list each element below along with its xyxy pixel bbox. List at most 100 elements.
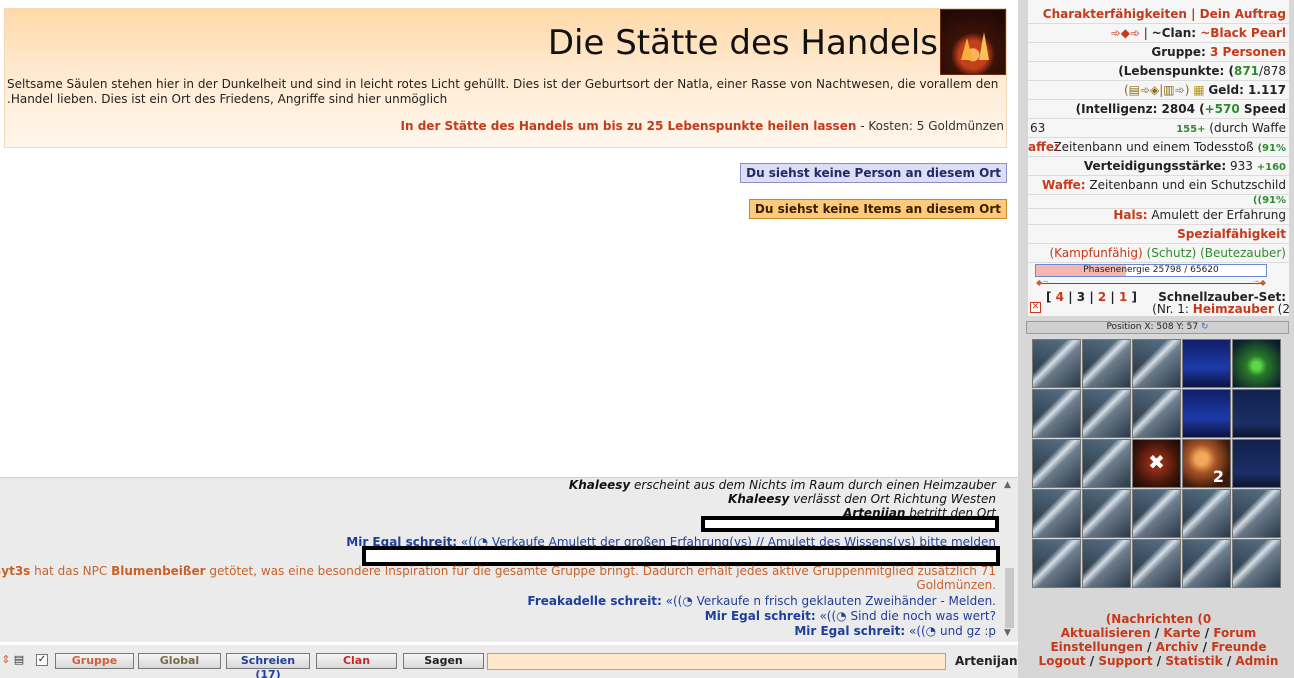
chat-bar: ⇕ ▤ ✓ Gruppe Global Schreien (17) Clan S… [0, 645, 1022, 678]
redaction-box [362, 546, 1000, 566]
map-tile[interactable] [1232, 389, 1281, 438]
gold-row: (▤➾◈|▥➾) ▦ Geld: 1.117 [1028, 81, 1289, 100]
place-description: Seltsame Säulen stehen hier in der Dunke… [7, 77, 999, 106]
arrows-icon[interactable]: ⇕ [0, 654, 12, 666]
attack-row: 63 155+ (durch Waffe [1028, 119, 1289, 138]
support-link[interactable]: Support [1098, 654, 1152, 668]
special-row[interactable]: Spezialfähigkeit [1028, 225, 1289, 244]
neck-row: Hals: Amulett der Erfahrung [1028, 206, 1289, 225]
channel-global-button[interactable]: Global [138, 653, 221, 669]
chat-line: Freakadelle schreit: «((◔ Verkaufe n fri… [527, 594, 996, 608]
place-image [940, 9, 1006, 75]
chat-line: Mir Egal schreit: «((◔ und gz :p [794, 624, 996, 638]
no-person-notice: Du siehst keine Person an diesem Ort [740, 163, 1007, 183]
weapon-row: affe: Zeitenbann und einem Todesstoß (91… [1028, 138, 1289, 157]
phase-energy-label: Phasenenergie 25798 / 65620 [1083, 265, 1219, 275]
main-area: Die Stätte des Handels Seltsame Säulen s… [0, 0, 1022, 678]
map-tile[interactable] [1132, 489, 1181, 538]
map-tile[interactable] [1232, 539, 1281, 588]
map-tile[interactable] [1082, 489, 1131, 538]
item-icons: (▤➾◈|▥➾) [1123, 83, 1190, 97]
map-tile[interactable] [1232, 339, 1281, 388]
scroll-thumb[interactable] [1005, 568, 1014, 628]
map-tile[interactable] [1182, 389, 1231, 438]
map-tile[interactable]: 2 [1182, 439, 1231, 488]
character-stats: Charakterfähigkeiten | Dein Auftrag ➾◆➾ … [1028, 0, 1290, 316]
heal-cost: - Kosten: 5 Goldmünzen [856, 119, 1004, 133]
chat-line: Khaleesy erscheint aus dem Nichts im Rau… [568, 478, 996, 492]
game-screen: Die Stätte des Handels Seltsame Säulen s… [0, 0, 1294, 678]
map-tile[interactable] [1082, 339, 1131, 388]
scroll-up-icon[interactable]: ▲ [1004, 480, 1011, 490]
heal-offer: In der Stätte des Handels um bis zu 25 L… [401, 119, 1004, 133]
scroll-down-icon[interactable]: ▼ [1004, 628, 1011, 638]
footer-links: (Nachrichten (0 Aktualisieren / Karte / … [1038, 612, 1279, 668]
chat-line: Byt3s hat das NPC Blumenbeißer getötet, … [0, 564, 996, 578]
chat-scrollbar[interactable]: ▲ ▼ [1002, 480, 1016, 640]
place-title: Die Stätte des Handels [547, 23, 938, 63]
flame-icon [961, 38, 973, 60]
world-map: ✖ 2 [1032, 339, 1284, 589]
notes-icon[interactable]: ▤ [13, 654, 25, 666]
channel-schreien-button[interactable]: Schreien (17) [226, 653, 310, 678]
chat-input[interactable] [487, 653, 946, 670]
position-bar: Position X: 508 Y: 57 ↻ [1026, 321, 1289, 334]
map-tile[interactable] [1132, 339, 1181, 388]
swords-icon: ➾◆➾ [1110, 26, 1140, 40]
chat-line: Goldmünzen. [916, 578, 996, 592]
channel-clan-button[interactable]: Clan [316, 653, 397, 669]
current-position-icon: ✖ [1148, 450, 1165, 474]
map-tile[interactable] [1032, 539, 1081, 588]
clan-row: ➾◆➾ | ~Clan: ~Black Pearl [1028, 24, 1289, 43]
chat-log[interactable]: Khaleesy erscheint aus dem Nichts im Rau… [0, 477, 1018, 642]
map-tile-current[interactable]: ✖ [1132, 439, 1181, 488]
player-name: Artenijan: [955, 654, 1023, 668]
map-tile[interactable] [1032, 439, 1081, 488]
channel-sagen-button[interactable]: Sagen [403, 653, 484, 669]
refresh-icon[interactable]: ↻ [1201, 322, 1209, 332]
map-tile[interactable] [1232, 489, 1281, 538]
map-tile[interactable] [1132, 389, 1181, 438]
gold-icon: ▦ [1193, 83, 1205, 97]
map-tile[interactable] [1032, 489, 1081, 538]
forum-link[interactable]: Forum [1213, 626, 1256, 640]
map-tile[interactable] [1182, 489, 1231, 538]
redaction-box [701, 516, 999, 532]
map-tile[interactable] [1132, 539, 1181, 588]
hp-row: (Lebenspunkte: (871/878 [1028, 62, 1289, 81]
map-tile[interactable] [1082, 389, 1131, 438]
map-link[interactable]: Karte [1163, 626, 1200, 640]
intelligence-row: (Intelligenz: 2804 (+570 Speed [1028, 100, 1289, 119]
chat-line: Mir Egal schreit: «((◔ Sind die noch was… [704, 609, 996, 623]
map-tile[interactable] [1182, 539, 1231, 588]
map-tile[interactable] [1032, 339, 1081, 388]
channel-gruppe-button[interactable]: Gruppe [55, 653, 134, 669]
character-links[interactable]: Charakterfähigkeiten | Dein Auftrag [1028, 5, 1289, 24]
chat-checkbox[interactable]: ✓ [36, 654, 48, 666]
group-row: Gruppe: 3 Personen [1028, 43, 1289, 62]
quickspell-current: (Nr. 1: Heimzauber (2 [1152, 302, 1290, 316]
chat-line: Khaleesy verlässt den Ort Richtung Weste… [728, 492, 996, 506]
sidebar: Charakterfähigkeiten | Dein Auftrag ➾◆➾ … [1018, 0, 1294, 678]
archive-link[interactable]: Archiv [1156, 640, 1199, 654]
map-tile[interactable] [1082, 439, 1131, 488]
arrows-divider: ◆➾ ➾◆ [1036, 278, 1266, 287]
phase-energy-bar: Phasenenergie 25798 / 65620 [1035, 264, 1267, 277]
admin-link[interactable]: Admin [1235, 654, 1278, 668]
tile-count: 2 [1212, 467, 1224, 486]
messages-link[interactable]: (Nachrichten (0 [1106, 612, 1211, 626]
map-tile[interactable] [1182, 339, 1231, 388]
status-row: (Kampfunfähig) (Schutz) (Beutezauber) [1028, 244, 1289, 263]
logout-link[interactable]: Logout [1039, 654, 1086, 668]
map-tile[interactable] [1082, 539, 1131, 588]
defense-row: Verteidigungsstärke: 933 +160 [1028, 157, 1289, 176]
flame-icon [979, 32, 989, 60]
statistics-link[interactable]: Statistik [1165, 654, 1222, 668]
heal-link[interactable]: In der Stätte des Handels um bis zu 25 L… [401, 119, 857, 133]
friends-link[interactable]: Freunde [1211, 640, 1266, 654]
refresh-link[interactable]: Aktualisieren [1061, 626, 1151, 640]
map-tile[interactable] [1232, 439, 1281, 488]
no-items-notice: Du siehst keine Items an diesem Ort [748, 199, 1007, 219]
map-tile[interactable] [1032, 389, 1081, 438]
settings-link[interactable]: Einstellungen [1050, 640, 1142, 654]
